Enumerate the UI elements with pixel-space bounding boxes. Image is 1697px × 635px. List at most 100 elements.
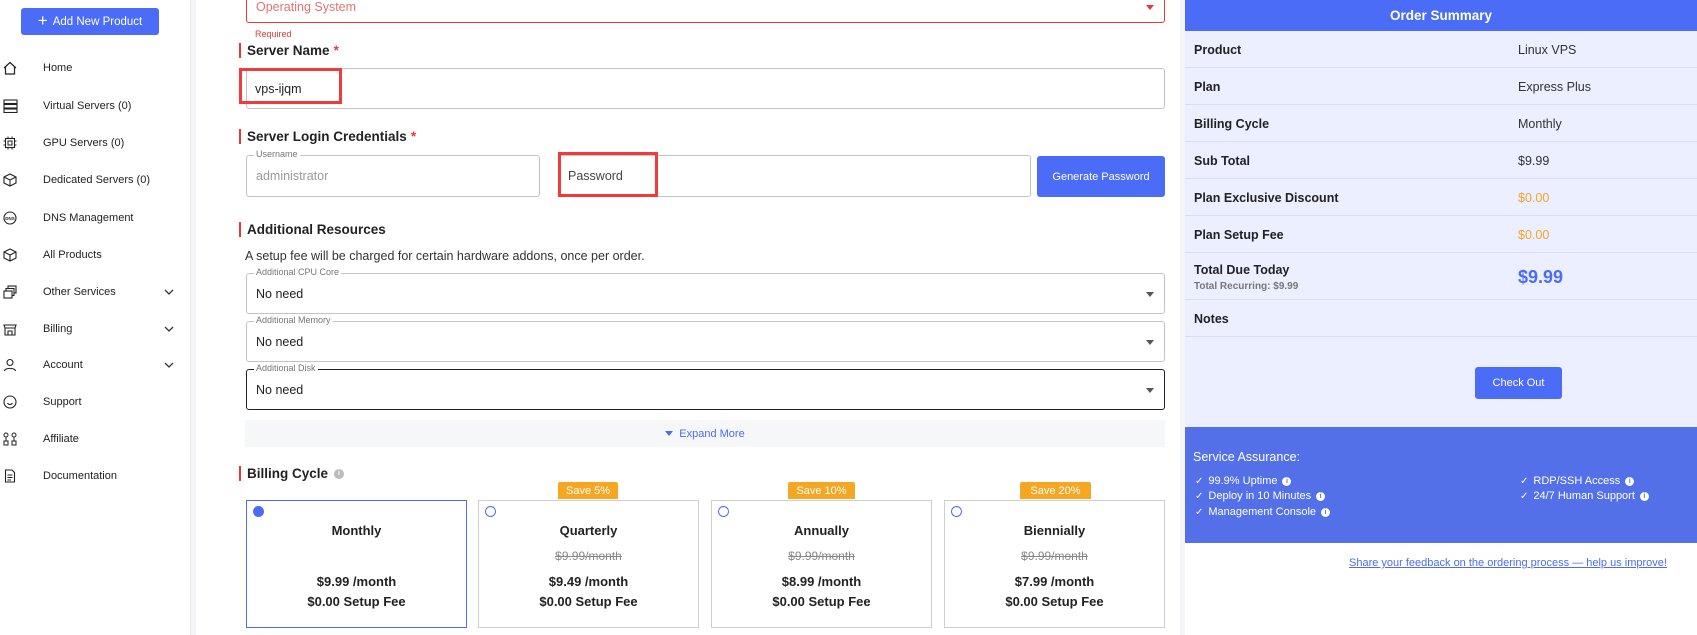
summary-key: Plan Setup Fee xyxy=(1194,228,1284,242)
chevron-down-icon xyxy=(1146,5,1154,10)
assurance-item: ✓ Management Console i xyxy=(1195,506,1331,518)
billing-option-price: $7.99 /month xyxy=(1014,574,1095,589)
chevron-down-icon xyxy=(1146,388,1154,393)
summary-row-notes: Notes xyxy=(1185,300,1697,337)
sidebar-item-label: Account xyxy=(43,359,83,371)
chevron-down-icon xyxy=(163,359,175,371)
sidebar-item-dedicated-servers[interactable]: Dedicated Servers (0) xyxy=(0,165,191,195)
affiliate-icon xyxy=(2,431,18,447)
sidebar-item-home[interactable]: Home xyxy=(0,53,191,83)
additional-resources-title-text: Additional Resources xyxy=(247,222,386,237)
add-new-product-button[interactable]: + Add New Product xyxy=(21,8,159,35)
summary-key: Sub Total xyxy=(1194,154,1251,168)
save-badge: Save 5% xyxy=(558,482,618,499)
summary-value: Monthly xyxy=(1518,117,1562,131)
operating-system-select[interactable]: Operating System xyxy=(246,0,1165,23)
documentation-icon xyxy=(2,468,18,484)
check-icon: ✓ xyxy=(1195,490,1204,502)
check-icon: ✓ xyxy=(1520,475,1529,487)
sidebar-item-all-products[interactable]: All Products xyxy=(0,240,191,270)
sidebar-item-label: Support xyxy=(43,396,82,408)
check-out-button[interactable]: Check Out xyxy=(1475,367,1562,399)
billing-cycle-title: Billing Cycle i xyxy=(246,466,345,481)
radio-button[interactable] xyxy=(718,506,729,517)
additional-cpu-select[interactable]: Additional CPU Core No need xyxy=(246,267,1165,314)
sidebar-item-virtual-servers[interactable]: Virtual Servers (0) xyxy=(0,91,191,121)
billing-option-price: $8.99 /month xyxy=(781,574,862,589)
assurance-text: RDP/SSH Access xyxy=(1533,475,1621,487)
expand-more-label: Expand More xyxy=(679,427,745,440)
info-icon[interactable]: i xyxy=(1639,491,1649,501)
assurance-item: ✓ 99.9% Uptime i xyxy=(1195,475,1292,487)
summary-value: Linux VPS xyxy=(1518,43,1577,57)
sidebar-item-affiliate[interactable]: Affiliate xyxy=(0,424,191,454)
additional-disk-select[interactable]: Additional Disk No need xyxy=(246,363,1165,410)
svg-text:DNS: DNS xyxy=(5,216,15,221)
feedback-link[interactable]: Share your feedback on the ordering proc… xyxy=(1349,557,1667,569)
sidebar-item-documentation[interactable]: Documentation xyxy=(0,461,191,491)
dedicated-server-icon xyxy=(2,172,18,188)
sidebar-item-other-services[interactable]: Other Services xyxy=(0,277,191,307)
billing-option-setup-fee: $0.00 Setup Fee xyxy=(539,594,638,609)
notes-label: Notes xyxy=(1194,312,1229,326)
sidebar: + Add New Product Home Virtual Servers (… xyxy=(0,0,191,635)
sidebar-item-support[interactable]: Support xyxy=(0,387,191,417)
radio-button[interactable] xyxy=(485,506,496,517)
plus-icon: + xyxy=(37,11,48,30)
credentials-title: Server Login Credentials * xyxy=(246,129,416,144)
sidebar-item-label: DNS Management xyxy=(43,212,134,224)
radio-button[interactable] xyxy=(253,506,264,517)
username-input[interactable]: Username administrator xyxy=(246,149,540,197)
info-icon[interactable]: i xyxy=(1625,476,1635,486)
billing-icon xyxy=(2,321,18,337)
summary-key: Plan xyxy=(1194,80,1221,94)
home-icon xyxy=(2,60,18,76)
sidebar-item-label: GPU Servers (0) xyxy=(43,137,125,149)
expand-more-button[interactable]: Expand More xyxy=(245,420,1165,447)
sidebar-item-account[interactable]: Account xyxy=(0,350,191,380)
billing-option-name: Monthly xyxy=(331,523,382,538)
save-badge: Save 20% xyxy=(1020,482,1091,499)
radio-button[interactable] xyxy=(951,506,962,517)
billing-option-monthly[interactable]: Monthly $9.99 /month $0.00 Setup Fee xyxy=(246,500,467,628)
info-icon[interactable]: i xyxy=(1316,491,1326,501)
service-assurance: Service Assurance: ✓ 99.9% Uptime i ✓ Deplo… xyxy=(1185,427,1697,543)
order-summary-panel: Order Summary Product Linux VPS Plan Exp… xyxy=(1185,0,1697,635)
summary-key: Billing Cycle xyxy=(1194,117,1270,131)
total-due-label: Total Due Today xyxy=(1194,263,1290,277)
total-due-value: $9.99 xyxy=(1518,267,1564,287)
sidebar-item-gpu-servers[interactable]: GPU Servers (0) xyxy=(0,128,191,158)
info-icon[interactable]: i xyxy=(1282,476,1292,486)
billing-option-original-price: $9.99/month xyxy=(555,549,622,563)
info-icon[interactable]: i xyxy=(334,468,345,479)
server-name-input[interactable]: vps-ijqm xyxy=(246,68,1165,109)
operating-system-placeholder: Operating System xyxy=(256,0,357,14)
billing-option-quarterly[interactable]: Quarterly $9.99/month $9.49 /month $0.00… xyxy=(478,500,699,628)
sidebar-item-billing[interactable]: Billing xyxy=(0,314,191,344)
cpu-value: No need xyxy=(256,287,304,301)
assurance-item: ✓ 24/7 Human Support i xyxy=(1520,490,1649,502)
highlight-box xyxy=(558,152,658,197)
order-summary-body: Product Linux VPS Plan Express Plus Bill… xyxy=(1185,31,1697,427)
assurance-text: 24/7 Human Support xyxy=(1533,490,1635,502)
sidebar-item-dns-management[interactable]: DNS DNS Management xyxy=(0,203,191,233)
billing-option-setup-fee: $0.00 Setup Fee xyxy=(1005,594,1104,609)
server-name-title: Server Name * xyxy=(246,43,339,58)
summary-key: Plan Exclusive Discount xyxy=(1194,191,1339,205)
username-placeholder: administrator xyxy=(256,169,329,183)
disk-value: No need xyxy=(256,383,304,397)
generate-password-button[interactable]: Generate Password xyxy=(1037,156,1165,197)
billing-option-name: Biennially xyxy=(1023,523,1086,538)
billing-option-biennially[interactable]: Biennially $9.99/month $7.99 /month $0.0… xyxy=(944,500,1165,628)
summary-row-sub-total: Sub Total $9.99 xyxy=(1185,142,1697,179)
info-icon[interactable]: i xyxy=(1321,507,1331,517)
summary-value: $0.00 xyxy=(1518,228,1550,242)
billing-option-annually[interactable]: Annually $9.99/month $8.99 /month $0.00 … xyxy=(711,500,932,628)
billing-option-setup-fee: $0.00 Setup Fee xyxy=(307,594,406,609)
sidebar-item-label: Affiliate xyxy=(43,433,79,445)
chevron-down-icon xyxy=(1146,340,1154,345)
additional-memory-select[interactable]: Additional Memory No need xyxy=(246,315,1165,362)
sidebar-item-label: Other Services xyxy=(43,286,116,298)
billing-option-original-price: $9.99/month xyxy=(788,549,855,563)
assurance-text: Management Console xyxy=(1208,506,1317,518)
